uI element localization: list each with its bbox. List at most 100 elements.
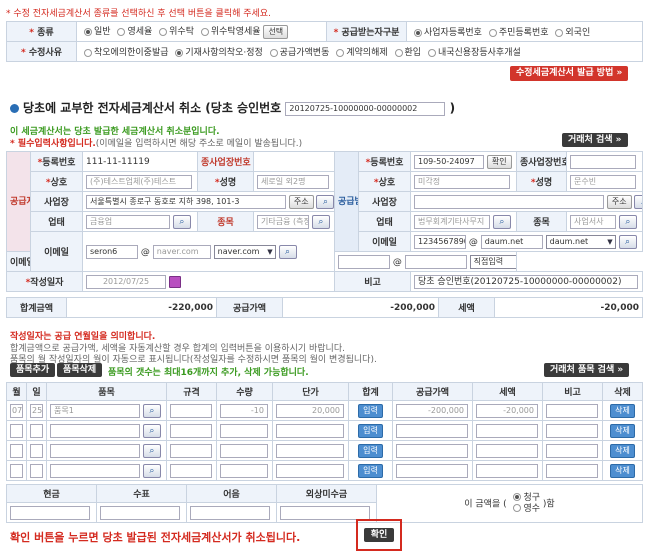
item-delete-button[interactable]: 삭제: [610, 403, 635, 418]
payment-cash-input[interactable]: [10, 505, 90, 520]
item-tax-input[interactable]: [476, 443, 538, 458]
receiver-item-search-icon[interactable]: ⌕: [618, 214, 637, 229]
radio-normal[interactable]: [84, 27, 92, 36]
confirm-button[interactable]: 확인: [364, 528, 394, 542]
receiver-addr-button[interactable]: 주소: [606, 194, 632, 209]
item-memo-input[interactable]: [546, 443, 598, 458]
payment-credit-input[interactable]: [280, 505, 370, 520]
item-spec-input[interactable]: [170, 403, 212, 418]
item-month-input[interactable]: [10, 463, 23, 478]
item-spec-input[interactable]: [170, 463, 212, 478]
supplier-item-input[interactable]: 기타금융 (측정): [257, 214, 309, 229]
item-day-input[interactable]: [30, 423, 43, 438]
item-day-input[interactable]: 25: [30, 403, 43, 418]
receiver-reg-confirm-button[interactable]: 확인: [486, 154, 512, 169]
item-search-icon[interactable]: ⌕: [142, 443, 161, 458]
type-select-button[interactable]: 선택: [263, 24, 289, 39]
radio-reason-return[interactable]: [394, 48, 403, 57]
radio-receipt[interactable]: [513, 504, 522, 512]
item-search-icon[interactable]: ⌕: [142, 423, 161, 438]
item-price-input[interactable]: [276, 443, 344, 458]
radio-reason-correction[interactable]: [175, 48, 184, 57]
receiver-email-select[interactable]: daum.net: [545, 234, 616, 249]
supplier-email-search-icon[interactable]: ⌕: [278, 244, 297, 259]
item-name-input[interactable]: [50, 463, 140, 478]
supplier-item-search-icon[interactable]: ⌕: [311, 214, 330, 229]
supplier-email-select[interactable]: naver.com: [213, 244, 276, 259]
receiver-email-domain-input[interactable]: daum.net: [480, 234, 543, 249]
item-tax-input[interactable]: [476, 423, 538, 438]
receiver-item-input[interactable]: 사업서사: [570, 214, 616, 229]
radio-reason-duplicate[interactable]: [84, 48, 92, 57]
item-qty-input[interactable]: [220, 443, 268, 458]
supplier-rep-input[interactable]: 세로일 외2명: [257, 174, 329, 189]
item-search-icon[interactable]: ⌕: [142, 463, 161, 478]
remove-item-button[interactable]: 품목삭제: [57, 363, 103, 377]
item-price-input[interactable]: 20,000: [276, 403, 344, 418]
item-tax-input[interactable]: [476, 463, 538, 478]
supplier-email-id-input[interactable]: seron6: [86, 244, 138, 259]
supplier-biz-search-icon[interactable]: ⌕: [172, 214, 191, 229]
radio-resident-no[interactable]: [488, 28, 497, 37]
radio-reason-amount-change[interactable]: [269, 48, 278, 57]
supplier-addr-button[interactable]: 주소: [288, 194, 314, 209]
client-search-button[interactable]: 거래처 검색 »: [562, 133, 628, 147]
item-supply-input[interactable]: -200,000: [396, 403, 468, 418]
receiver-email-search-icon[interactable]: ⌕: [618, 234, 637, 249]
item-spec-input[interactable]: [170, 443, 212, 458]
receiver-name-input[interactable]: 미각정: [414, 174, 510, 189]
receiver-addr-input[interactable]: [414, 194, 604, 209]
item-search-icon[interactable]: ⌕: [142, 403, 161, 418]
supplier-email-domain-input[interactable]: naver.com: [152, 244, 211, 259]
item-memo-input[interactable]: [546, 403, 598, 418]
item-supply-input[interactable]: [396, 443, 468, 458]
supplier-addr-input[interactable]: 서울특별시 종로구 동호로 지하 398, 101-3: [86, 194, 286, 209]
item-name-input[interactable]: 품목1: [50, 403, 140, 418]
client-item-search-button[interactable]: 거래처 품목 검색 »: [544, 363, 630, 377]
item-input-button[interactable]: 입력: [358, 423, 383, 438]
item-name-input[interactable]: [50, 443, 140, 458]
receiver-biz-input[interactable]: 법무회계기타사무지: [414, 214, 490, 229]
item-input-button[interactable]: 입력: [358, 403, 383, 418]
calendar-icon[interactable]: [168, 275, 181, 288]
receiver-reg-input[interactable]: 109-50-24097: [414, 154, 484, 169]
radio-zero-rate[interactable]: [117, 27, 126, 36]
item-input-button[interactable]: 입력: [358, 463, 383, 478]
item-qty-input[interactable]: [220, 423, 268, 438]
radio-consign[interactable]: [159, 27, 168, 36]
item-delete-button[interactable]: 삭제: [610, 463, 635, 478]
item-supply-input[interactable]: [396, 423, 468, 438]
payment-check-input[interactable]: [100, 505, 180, 520]
item-month-input[interactable]: [10, 443, 23, 458]
item-tax-input[interactable]: -20,000: [476, 403, 538, 418]
receiver-branch-input[interactable]: [570, 154, 636, 169]
item-spec-input[interactable]: [170, 423, 212, 438]
receiver-email2-domain-input[interactable]: [404, 254, 467, 269]
item-price-input[interactable]: [276, 463, 344, 478]
radio-foreigner[interactable]: [555, 28, 564, 37]
item-price-input[interactable]: [276, 423, 344, 438]
item-memo-input[interactable]: [546, 463, 598, 478]
receiver-rep-input[interactable]: 문수빈: [570, 174, 636, 189]
radio-consign-zero[interactable]: [200, 27, 209, 36]
item-day-input[interactable]: [30, 443, 43, 458]
item-qty-input[interactable]: [220, 463, 268, 478]
receiver-biz-search-icon[interactable]: ⌕: [492, 214, 511, 229]
item-supply-input[interactable]: [396, 463, 468, 478]
radio-reason-cancel[interactable]: [336, 48, 345, 57]
item-input-button[interactable]: 입력: [358, 443, 383, 458]
item-day-input[interactable]: [30, 463, 43, 478]
payment-note-input[interactable]: [190, 505, 270, 520]
receiver-email2-id-input[interactable]: [338, 254, 390, 269]
supplier-name-input[interactable]: (주)테스트업체(주)테스트: [86, 174, 192, 189]
receiver-email-id-input[interactable]: 1234567890: [414, 234, 466, 249]
item-delete-button[interactable]: 삭제: [610, 423, 635, 438]
memo-input[interactable]: 당초 승인번호(20120725-10000000-00000002): [414, 274, 638, 289]
item-month-input[interactable]: 07: [10, 403, 23, 418]
item-month-input[interactable]: [10, 423, 23, 438]
add-item-button[interactable]: 품목추가: [10, 363, 56, 377]
radio-claim[interactable]: [513, 493, 522, 501]
supplier-addr-search-icon[interactable]: ⌕: [316, 194, 334, 209]
radio-reason-lc[interactable]: [427, 48, 436, 57]
item-qty-input[interactable]: -10: [220, 403, 268, 418]
